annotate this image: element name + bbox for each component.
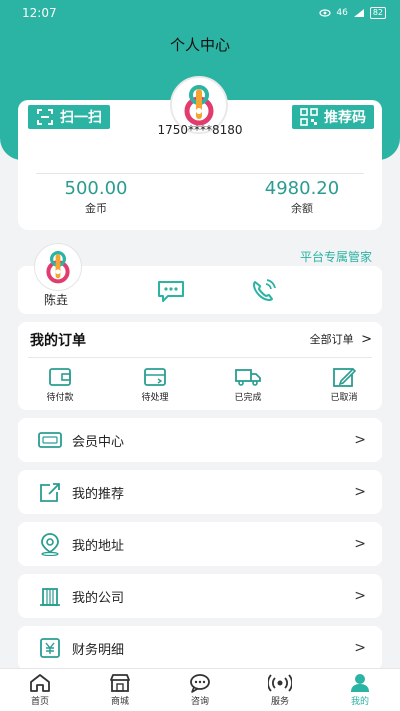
building-icon bbox=[38, 584, 62, 608]
chevron-right-icon: > bbox=[361, 332, 372, 347]
menu-item-financial-details[interactable]: 财务明细 > bbox=[18, 626, 382, 670]
logo-icon bbox=[46, 251, 70, 284]
order-status-label: 已取消 bbox=[330, 393, 358, 403]
page-title: 个人中心 bbox=[169, 36, 230, 54]
eye-icon bbox=[319, 9, 331, 17]
profile-divider bbox=[36, 173, 364, 174]
manager-name: 陈垚 bbox=[44, 293, 69, 307]
all-orders-link[interactable]: 全部订单 > bbox=[310, 331, 372, 347]
menu-item-label: 会员中心 bbox=[72, 434, 125, 450]
bottom-tab-bar: 首页 商城 咨询 服务 我的 bbox=[0, 668, 400, 711]
coins-value: 500.00 bbox=[64, 178, 128, 199]
coins-stat[interactable]: 500.00 金币 bbox=[36, 178, 156, 216]
menu-item-my-company[interactable]: 我的公司 > bbox=[18, 574, 382, 618]
tab-mall[interactable]: 商城 bbox=[80, 669, 160, 711]
order-pending-payment[interactable]: 待付款 bbox=[25, 366, 95, 403]
orders-divider bbox=[28, 357, 372, 358]
order-processing[interactable]: 待处理 bbox=[120, 366, 190, 403]
order-status-label: 待处理 bbox=[141, 393, 169, 403]
menu-item-member-center[interactable]: 会员中心 > bbox=[18, 418, 382, 462]
tab-label: 商城 bbox=[110, 697, 129, 707]
user-icon bbox=[351, 674, 369, 692]
balance-stat[interactable]: 4980.20 余额 bbox=[242, 178, 362, 216]
battery-indicator: 82 bbox=[369, 7, 386, 19]
all-orders-label: 全部订单 bbox=[309, 333, 354, 346]
tab-label: 首页 bbox=[30, 697, 49, 707]
broadcast-icon bbox=[268, 674, 292, 692]
call-button[interactable] bbox=[250, 278, 278, 308]
menu-item-label: 财务明细 bbox=[72, 642, 125, 658]
user-phone: 1750****8180 bbox=[157, 123, 243, 137]
network-label: 46 bbox=[336, 8, 348, 18]
share-icon bbox=[38, 480, 62, 504]
chevron-right-icon: > bbox=[354, 588, 366, 604]
status-bar: 12:07 46 82 bbox=[0, 0, 400, 26]
order-cancelled[interactable]: 已取消 bbox=[309, 366, 379, 403]
edit-icon bbox=[333, 367, 356, 387]
home-icon bbox=[30, 674, 50, 692]
truck-icon bbox=[235, 369, 261, 386]
tab-label: 咨询 bbox=[190, 697, 209, 707]
balance-label: 余额 bbox=[291, 202, 313, 215]
logo-icon bbox=[184, 85, 214, 126]
manager-avatar[interactable] bbox=[34, 243, 82, 291]
tab-label: 我的 bbox=[350, 697, 369, 707]
order-completed[interactable]: 已完成 bbox=[213, 366, 283, 403]
yuan-icon bbox=[38, 636, 62, 660]
tab-mine[interactable]: 我的 bbox=[320, 669, 400, 711]
balance-value: 4980.20 bbox=[264, 178, 340, 199]
order-status-label: 待付款 bbox=[46, 393, 74, 403]
menu-item-label: 我的公司 bbox=[72, 590, 125, 606]
chat-icon bbox=[158, 281, 184, 302]
chat-bubble-icon bbox=[190, 674, 210, 693]
status-time: 12:07 bbox=[22, 6, 57, 20]
menu-item-label: 我的地址 bbox=[72, 538, 125, 554]
orders-title: 我的订单 bbox=[30, 333, 86, 349]
menu-item-my-recommendations[interactable]: 我的推荐 > bbox=[18, 470, 382, 514]
tab-consult[interactable]: 咨询 bbox=[160, 669, 240, 711]
chevron-right-icon: > bbox=[354, 536, 366, 552]
wallet-icon bbox=[49, 368, 71, 386]
signal-icon bbox=[353, 9, 364, 17]
coins-label: 金币 bbox=[85, 202, 107, 215]
location-pin-icon bbox=[38, 532, 62, 556]
manager-title: 平台专属管家 bbox=[299, 250, 372, 264]
tab-home[interactable]: 首页 bbox=[0, 669, 80, 711]
tab-service[interactable]: 服务 bbox=[240, 669, 320, 711]
order-status-label: 已完成 bbox=[234, 393, 262, 403]
member-card-icon bbox=[38, 428, 62, 452]
menu-item-label: 我的推荐 bbox=[72, 486, 125, 502]
chevron-right-icon: > bbox=[354, 484, 366, 500]
shop-icon bbox=[110, 674, 130, 692]
status-icons: 46 82 bbox=[319, 7, 386, 19]
chevron-right-icon: > bbox=[354, 432, 366, 448]
menu-item-my-address[interactable]: 我的地址 > bbox=[18, 522, 382, 566]
card-icon bbox=[144, 368, 166, 386]
phone-icon bbox=[253, 279, 276, 301]
chevron-right-icon: > bbox=[354, 640, 366, 656]
tab-label: 服务 bbox=[270, 697, 289, 707]
message-button[interactable] bbox=[156, 279, 186, 307]
